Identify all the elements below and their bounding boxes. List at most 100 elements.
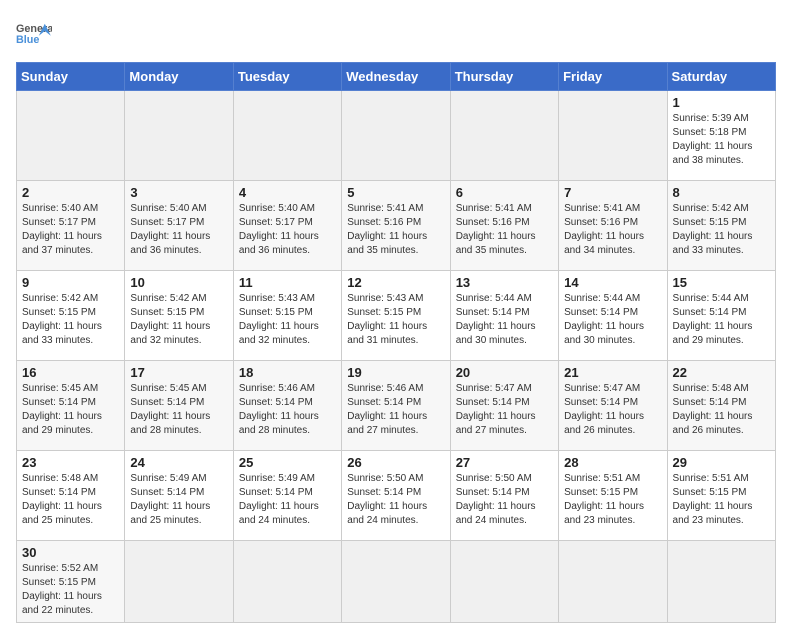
day-info: Sunrise: 5:50 AM Sunset: 5:14 PM Dayligh… xyxy=(456,472,553,528)
day-number: 1 xyxy=(673,95,770,110)
day-info: Sunrise: 5:41 AM Sunset: 5:16 PM Dayligh… xyxy=(347,202,444,258)
day-number: 8 xyxy=(673,185,770,200)
weekday-header-tuesday: Tuesday xyxy=(233,63,341,91)
calendar-cell: 25 Sunrise: 5:49 AM Sunset: 5:14 PM Dayli… xyxy=(233,451,341,541)
day-number: 6 xyxy=(456,185,553,200)
day-info: Sunrise: 5:50 AM Sunset: 5:14 PM Dayligh… xyxy=(347,472,444,528)
day-info: Sunrise: 5:51 AM Sunset: 5:15 PM Dayligh… xyxy=(673,472,770,528)
calendar-cell: 24 Sunrise: 5:49 AM Sunset: 5:14 PM Dayli… xyxy=(125,451,233,541)
calendar-cell xyxy=(233,91,341,181)
calendar-cell: 1 Sunrise: 5:39 AM Sunset: 5:18 PM Daylig… xyxy=(667,91,775,181)
day-info: Sunrise: 5:40 AM Sunset: 5:17 PM Dayligh… xyxy=(239,202,336,258)
day-number: 22 xyxy=(673,365,770,380)
svg-text:Blue: Blue xyxy=(16,34,39,46)
day-info: Sunrise: 5:44 AM Sunset: 5:14 PM Dayligh… xyxy=(564,292,661,348)
calendar-cell: 12Sunrise: 5:43 AM Sunset: 5:15 PM Dayli… xyxy=(342,271,450,361)
day-number: 15 xyxy=(673,275,770,290)
calendar-cell: 16 Sunrise: 5:45 AM Sunset: 5:14 PM Dayli… xyxy=(17,361,125,451)
day-info: Sunrise: 5:43 AM Sunset: 5:15 PM Dayligh… xyxy=(347,292,444,348)
calendar-cell: 7 Sunrise: 5:41 AM Sunset: 5:16 PM Daylig… xyxy=(559,181,667,271)
calendar-cell xyxy=(342,91,450,181)
calendar-cell xyxy=(667,541,775,623)
calendar-cell: 8Sunrise: 5:42 AM Sunset: 5:15 PM Daylig… xyxy=(667,181,775,271)
day-number: 19 xyxy=(347,365,444,380)
day-info: Sunrise: 5:43 AM Sunset: 5:15 PM Dayligh… xyxy=(239,292,336,348)
day-number: 9 xyxy=(22,275,119,290)
calendar-cell: 23Sunrise: 5:48 AM Sunset: 5:14 PM Dayli… xyxy=(17,451,125,541)
day-info: Sunrise: 5:45 AM Sunset: 5:14 PM Dayligh… xyxy=(130,382,227,438)
calendar-cell xyxy=(125,541,233,623)
weekday-header-wednesday: Wednesday xyxy=(342,63,450,91)
day-info: Sunrise: 5:47 AM Sunset: 5:14 PM Dayligh… xyxy=(564,382,661,438)
day-number: 18 xyxy=(239,365,336,380)
day-info: Sunrise: 5:46 AM Sunset: 5:14 PM Dayligh… xyxy=(347,382,444,438)
calendar-cell xyxy=(450,91,558,181)
calendar-cell: 28Sunrise: 5:51 AM Sunset: 5:15 PM Dayli… xyxy=(559,451,667,541)
day-number: 14 xyxy=(564,275,661,290)
day-number: 4 xyxy=(239,185,336,200)
calendar-cell: 6Sunrise: 5:41 AM Sunset: 5:16 PM Daylig… xyxy=(450,181,558,271)
day-info: Sunrise: 5:41 AM Sunset: 5:16 PM Dayligh… xyxy=(564,202,661,258)
calendar-cell: 3 Sunrise: 5:40 AM Sunset: 5:17 PM Daylig… xyxy=(125,181,233,271)
day-number: 3 xyxy=(130,185,227,200)
calendar-cell: 17Sunrise: 5:45 AM Sunset: 5:14 PM Dayli… xyxy=(125,361,233,451)
weekday-header-monday: Monday xyxy=(125,63,233,91)
calendar-cell: 18 Sunrise: 5:46 AM Sunset: 5:14 PM Dayli… xyxy=(233,361,341,451)
day-number: 13 xyxy=(456,275,553,290)
calendar-cell xyxy=(17,91,125,181)
day-info: Sunrise: 5:44 AM Sunset: 5:14 PM Dayligh… xyxy=(673,292,770,348)
calendar-cell: 26 Sunrise: 5:50 AM Sunset: 5:14 PM Dayli… xyxy=(342,451,450,541)
logo-icon: General Blue xyxy=(16,16,52,52)
calendar-cell xyxy=(559,91,667,181)
calendar-cell: 9 Sunrise: 5:42 AM Sunset: 5:15 PM Daylig… xyxy=(17,271,125,361)
weekday-header-row: SundayMondayTuesdayWednesdayThursdayFrid… xyxy=(17,63,776,91)
day-info: Sunrise: 5:49 AM Sunset: 5:14 PM Dayligh… xyxy=(239,472,336,528)
day-number: 5 xyxy=(347,185,444,200)
logo: General Blue xyxy=(16,16,56,52)
weekday-header-thursday: Thursday xyxy=(450,63,558,91)
weekday-header-saturday: Saturday xyxy=(667,63,775,91)
day-number: 11 xyxy=(239,275,336,290)
day-number: 25 xyxy=(239,455,336,470)
day-number: 30 xyxy=(22,545,119,560)
day-info: Sunrise: 5:45 AM Sunset: 5:14 PM Dayligh… xyxy=(22,382,119,438)
day-number: 27 xyxy=(456,455,553,470)
calendar-cell xyxy=(559,541,667,623)
calendar-cell: 4 Sunrise: 5:40 AM Sunset: 5:17 PM Daylig… xyxy=(233,181,341,271)
calendar-cell: 20Sunrise: 5:47 AM Sunset: 5:14 PM Dayli… xyxy=(450,361,558,451)
calendar-cell: 10 Sunrise: 5:42 AM Sunset: 5:15 PM Dayli… xyxy=(125,271,233,361)
day-number: 24 xyxy=(130,455,227,470)
day-number: 16 xyxy=(22,365,119,380)
calendar-cell xyxy=(342,541,450,623)
calendar-cell: 14 Sunrise: 5:44 AM Sunset: 5:14 PM Dayli… xyxy=(559,271,667,361)
day-info: Sunrise: 5:46 AM Sunset: 5:14 PM Dayligh… xyxy=(239,382,336,438)
day-number: 2 xyxy=(22,185,119,200)
day-info: Sunrise: 5:51 AM Sunset: 5:15 PM Dayligh… xyxy=(564,472,661,528)
day-number: 29 xyxy=(673,455,770,470)
day-info: Sunrise: 5:48 AM Sunset: 5:14 PM Dayligh… xyxy=(673,382,770,438)
calendar-cell: 11 Sunrise: 5:43 AM Sunset: 5:15 PM Dayli… xyxy=(233,271,341,361)
day-info: Sunrise: 5:40 AM Sunset: 5:17 PM Dayligh… xyxy=(22,202,119,258)
calendar-cell: 2 Sunrise: 5:40 AM Sunset: 5:17 PM Daylig… xyxy=(17,181,125,271)
calendar-cell xyxy=(450,541,558,623)
day-info: Sunrise: 5:42 AM Sunset: 5:15 PM Dayligh… xyxy=(130,292,227,348)
page-header: General Blue xyxy=(16,16,776,52)
day-number: 7 xyxy=(564,185,661,200)
day-number: 20 xyxy=(456,365,553,380)
calendar-cell: 15 Sunrise: 5:44 AM Sunset: 5:14 PM Dayli… xyxy=(667,271,775,361)
day-number: 21 xyxy=(564,365,661,380)
calendar-cell: 21 Sunrise: 5:47 AM Sunset: 5:14 PM Dayli… xyxy=(559,361,667,451)
calendar-cell: 19 Sunrise: 5:46 AM Sunset: 5:14 PM Dayli… xyxy=(342,361,450,451)
day-info: Sunrise: 5:52 AM Sunset: 5:15 PM Dayligh… xyxy=(22,562,119,618)
calendar-cell: 30 Sunrise: 5:52 AM Sunset: 5:15 PM Dayli… xyxy=(17,541,125,623)
day-info: Sunrise: 5:42 AM Sunset: 5:15 PM Dayligh… xyxy=(22,292,119,348)
calendar-cell: 13Sunrise: 5:44 AM Sunset: 5:14 PM Dayli… xyxy=(450,271,558,361)
day-number: 10 xyxy=(130,275,227,290)
day-info: Sunrise: 5:49 AM Sunset: 5:14 PM Dayligh… xyxy=(130,472,227,528)
day-info: Sunrise: 5:40 AM Sunset: 5:17 PM Dayligh… xyxy=(130,202,227,258)
calendar-cell: 27 Sunrise: 5:50 AM Sunset: 5:14 PM Dayli… xyxy=(450,451,558,541)
day-number: 26 xyxy=(347,455,444,470)
calendar-table: SundayMondayTuesdayWednesdayThursdayFrid… xyxy=(16,62,776,623)
calendar-cell: 22 Sunrise: 5:48 AM Sunset: 5:14 PM Dayli… xyxy=(667,361,775,451)
day-info: Sunrise: 5:39 AM Sunset: 5:18 PM Dayligh… xyxy=(673,112,770,168)
